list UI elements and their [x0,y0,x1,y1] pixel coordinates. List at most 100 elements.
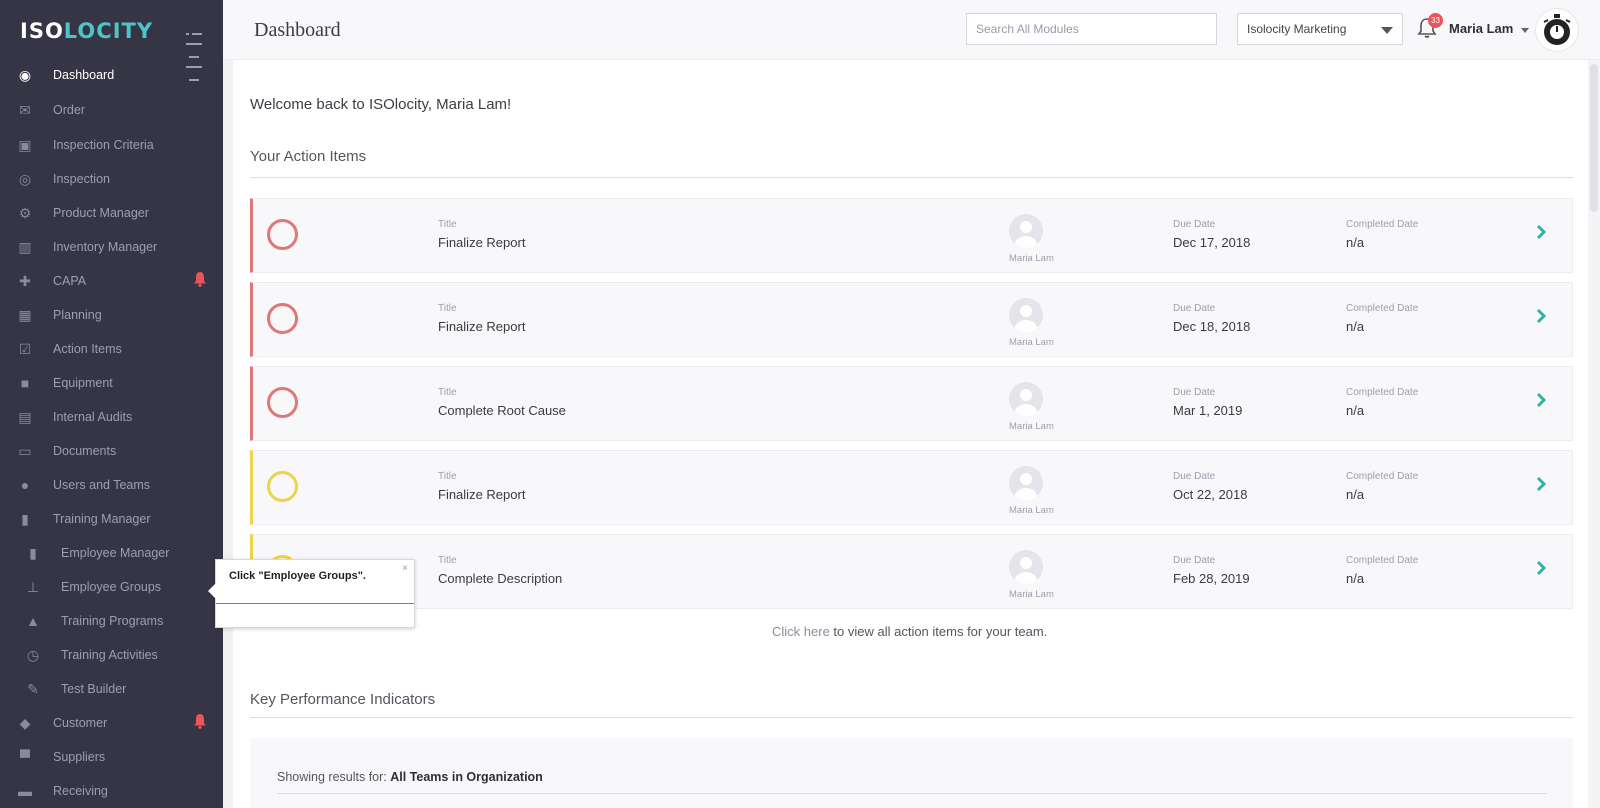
tag-icon: ◆ [19,714,31,731]
sidebar-item-product-manager[interactable]: ⚙ Product Manager [0,196,223,230]
page-scrollbar[interactable] [1588,60,1600,808]
avatar [1009,466,1043,500]
chevron-right-icon[interactable] [1535,559,1551,581]
sidebar-item-documents[interactable]: ▭ Documents [0,434,223,468]
sidebar-item-label: Users and Teams [53,478,151,492]
divider [250,717,1573,718]
sidebar-item-label: Order [53,103,85,117]
sidebar-item-customer[interactable]: ◆ Customer [0,706,223,740]
welcome-message: Welcome back to ISOlocity, Maria Lam! [250,96,512,113]
sitemap-icon: ⊥ [26,578,40,595]
due-date-label: Due Date [1173,555,1216,566]
map-icon: ▦ [18,306,32,323]
sidebar-item-label: Receiving [53,784,108,798]
completed-date-value: n/a [1346,403,1365,418]
sidebar-item-test-builder[interactable]: ✎ Test Builder [0,672,223,706]
sidebar-item-label: Equipment [53,376,113,390]
avatar [1009,382,1043,416]
title-label: Title [438,555,457,566]
organization-select[interactable]: Isolocity Marketing [1237,13,1403,45]
sidebar-item-training-activities[interactable]: ◷ Training Activities [0,638,223,672]
alert-bell-icon [193,713,207,733]
completed-date-value: n/a [1346,487,1365,502]
completed-date-value: n/a [1346,319,1365,334]
supplier-icon: ▀ [20,749,30,765]
notification-bell-button[interactable]: 33 [1417,13,1443,41]
scrollbar-thumb[interactable] [1590,64,1598,212]
chevron-right-icon[interactable] [1535,307,1551,329]
action-item-title: Complete Description [438,571,563,586]
completed-date-value: n/a [1346,571,1365,586]
action-item-row[interactable]: Title Complete Description Maria Lam Due Da… [250,534,1573,609]
avatar [1009,214,1043,248]
sidebar: ISO LOCITY ◉ Dashboard ✉ Order ▣ Inspection C… [0,0,223,808]
chevron-right-icon[interactable] [1535,391,1551,413]
sidebar-item-inspection-criteria[interactable]: ▣ Inspection Criteria [0,128,223,162]
sidebar-item-receiving[interactable]: ▬ Receiving [0,774,223,808]
page-title: Dashboard [254,19,341,41]
kpi-scope[interactable]: All Teams in Organization [390,770,543,784]
user-menu[interactable]: Maria Lam [1449,21,1513,36]
sidebar-item-order[interactable]: ✉ Order [0,93,223,127]
chevron-down-icon [1381,27,1393,34]
checkbox-icon: ☑ [18,340,32,357]
clock-icon: ◷ [26,646,40,663]
sidebar-item-training-manager[interactable]: ▮ Training Manager [0,502,223,536]
sidebar-item-internal-audits[interactable]: ▤ Internal Audits [0,400,223,434]
barcode-icon: ▥ [18,238,32,255]
user-menu-caret-icon[interactable] [1521,28,1529,33]
completed-date-label: Completed Date [1346,471,1419,482]
graduation-cap-icon: ▲ [26,613,40,629]
action-item-row[interactable]: Title Finalize Report Maria Lam Due Date Oct… [250,450,1573,525]
close-icon[interactable]: × [402,563,408,574]
medkit-icon: ✚ [19,272,31,289]
title-label: Title [438,303,457,314]
chevron-right-icon[interactable] [1535,223,1551,245]
kpi-heading: Key Performance Indicators [250,691,436,708]
sidebar-item-equipment[interactable]: ■ Equipment [0,366,223,400]
action-item-row[interactable]: Title Finalize Report Maria Lam Due Date Dec… [250,282,1573,357]
sidebar-item-employee-manager[interactable]: ▮ Employee Manager [0,536,223,570]
action-item-title: Finalize Report [438,319,526,334]
sidebar-item-label: Documents [53,444,117,458]
menu-toggle-icon[interactable] [186,25,202,81]
book-icon: ▮ [21,510,29,527]
sidebar-item-dashboard[interactable]: ◉ Dashboard [0,58,223,92]
sidebar-item-label: Training Programs [61,614,164,628]
sidebar-item-training-programs[interactable]: ▲ Training Programs [0,604,223,638]
sidebar-item-users-and-teams[interactable]: ● Users and Teams [0,468,223,502]
sidebar-item-suppliers[interactable]: ▀ Suppliers [0,740,223,774]
sidebar-item-inventory-manager[interactable]: ▥ Inventory Manager [0,230,223,264]
image-icon: ▣ [18,136,32,153]
app-logo[interactable]: ISO LOCITY [20,18,153,44]
chevron-right-icon[interactable] [1535,475,1551,497]
view-all-link[interactable]: Click here [772,624,830,639]
id-badge-icon: ▮ [29,544,37,561]
organization-select-value: Isolocity Marketing [1247,22,1347,36]
sidebar-item-label: Inspection [53,172,110,186]
sidebar-item-action-items[interactable]: ☑ Action Items [0,332,223,366]
tooltip-message: Click "Employee Groups". [229,570,366,582]
action-item-title: Finalize Report [438,235,526,250]
action-item-row[interactable]: Title Finalize Report Maria Lam Due Date Dec… [250,198,1573,273]
sidebar-item-label: Customer [53,716,108,730]
completed-date-label: Completed Date [1346,219,1419,230]
sidebar-item-label: Inspection Criteria [53,138,154,152]
sidebar-item-inspection[interactable]: ◎ Inspection [0,162,223,196]
due-date-value: Dec 17, 2018 [1173,235,1251,250]
due-date-value: Mar 1, 2019 [1173,403,1243,418]
title-label: Title [438,387,457,398]
sidebar-item-planning[interactable]: ▦ Planning [0,298,223,332]
content-left-gutter [223,60,233,808]
sidebar-item-label: Test Builder [61,682,127,696]
sidebar-item-label: Product Manager [53,206,149,220]
sidebar-item-employee-groups[interactable]: ⊥ Employee Groups [0,570,223,604]
action-item-row[interactable]: Title Complete Root Cause Maria Lam Due Dat… [250,366,1573,441]
sidebar-item-label: CAPA [53,274,87,288]
logo-text-locity: LOCITY [63,19,154,43]
avatar [1009,298,1043,332]
search-input[interactable] [966,13,1217,45]
sidebar-item-capa[interactable]: ✚ CAPA [0,264,223,298]
sidebar-item-label: Inventory Manager [53,240,158,254]
due-date-value: Oct 22, 2018 [1173,487,1248,502]
